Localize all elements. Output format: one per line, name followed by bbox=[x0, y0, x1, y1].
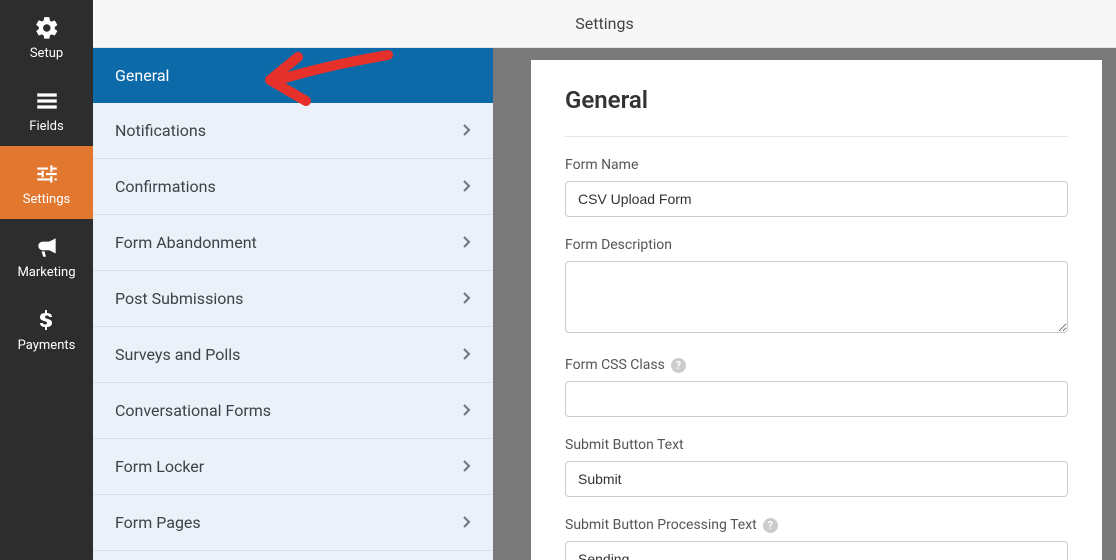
sidebar-item-label: Setup bbox=[30, 46, 63, 61]
settings-item-surveys-polls[interactable]: Surveys and Polls bbox=[93, 327, 493, 383]
main-area: Settings General Notifications Confirmat… bbox=[93, 0, 1116, 560]
field-form-css-class: Form CSS Class ? bbox=[565, 357, 1068, 417]
settings-item-notifications[interactable]: Notifications bbox=[93, 103, 493, 159]
page-title: Settings bbox=[575, 14, 633, 33]
settings-item-form-locker[interactable]: Form Locker bbox=[93, 439, 493, 495]
form-description-input[interactable] bbox=[565, 261, 1068, 333]
field-form-description: Form Description bbox=[565, 237, 1068, 337]
help-icon[interactable]: ? bbox=[671, 358, 686, 373]
label-text: Submit Button Processing Text bbox=[565, 517, 757, 533]
settings-item-label: General bbox=[115, 66, 169, 85]
settings-item-post-submissions[interactable]: Post Submissions bbox=[93, 271, 493, 327]
sidebar-item-marketing[interactable]: Marketing bbox=[0, 219, 93, 292]
sidebar-item-label: Settings bbox=[23, 192, 70, 207]
settings-item-label: Form Abandonment bbox=[115, 233, 257, 252]
field-label: Form Name bbox=[565, 157, 1068, 173]
field-label: Submit Button Processing Text ? bbox=[565, 517, 1068, 533]
sidebar-item-label: Payments bbox=[18, 338, 76, 353]
settings-item-label: Post Submissions bbox=[115, 289, 243, 308]
gap-column bbox=[493, 48, 531, 560]
chevron-right-icon bbox=[463, 289, 471, 308]
field-submit-button-text: Submit Button Text bbox=[565, 437, 1068, 497]
chevron-right-icon bbox=[463, 345, 471, 364]
sidebar-item-setup[interactable]: Setup bbox=[0, 0, 93, 73]
label-text: Form CSS Class bbox=[565, 357, 665, 373]
settings-item-label: Form Locker bbox=[115, 457, 204, 476]
sliders-icon bbox=[33, 160, 61, 188]
submit-button-processing-input[interactable] bbox=[565, 541, 1068, 560]
field-label: Submit Button Text bbox=[565, 437, 1068, 453]
submit-button-text-input[interactable] bbox=[565, 461, 1068, 497]
dollar-icon bbox=[33, 306, 61, 334]
chevron-right-icon bbox=[463, 513, 471, 532]
settings-item-label: Form Pages bbox=[115, 513, 201, 532]
sidebar-item-settings[interactable]: Settings bbox=[0, 146, 93, 219]
form-css-class-input[interactable] bbox=[565, 381, 1068, 417]
sidebar-item-payments[interactable]: Payments bbox=[0, 292, 93, 365]
chevron-right-icon bbox=[463, 121, 471, 140]
panel-heading: General bbox=[565, 86, 1068, 137]
settings-item-label: Confirmations bbox=[115, 177, 216, 196]
sidebar-item-label: Marketing bbox=[17, 265, 75, 280]
page-header: Settings bbox=[93, 0, 1116, 48]
settings-item-conversational-forms[interactable]: Conversational Forms bbox=[93, 383, 493, 439]
sidebar-item-fields[interactable]: Fields bbox=[0, 73, 93, 146]
sidebar-item-label: Fields bbox=[29, 119, 63, 134]
field-label: Form CSS Class ? bbox=[565, 357, 1068, 373]
settings-item-label: Surveys and Polls bbox=[115, 345, 240, 364]
field-submit-button-processing: Submit Button Processing Text ? bbox=[565, 517, 1068, 560]
field-form-name: Form Name bbox=[565, 157, 1068, 217]
gear-icon bbox=[33, 14, 61, 42]
content-row: General Notifications Confirmations Form… bbox=[93, 48, 1116, 560]
settings-item-form-abandonment[interactable]: Form Abandonment bbox=[93, 215, 493, 271]
settings-item-label: Conversational Forms bbox=[115, 401, 271, 420]
settings-item-confirmations[interactable]: Confirmations bbox=[93, 159, 493, 215]
chevron-right-icon bbox=[463, 457, 471, 476]
bullhorn-icon bbox=[33, 233, 61, 261]
settings-item-form-pages[interactable]: Form Pages bbox=[93, 495, 493, 551]
chevron-right-icon bbox=[463, 177, 471, 196]
settings-item-label: Notifications bbox=[115, 121, 206, 140]
settings-item-general[interactable]: General bbox=[93, 48, 493, 103]
chevron-right-icon bbox=[463, 401, 471, 420]
form-name-input[interactable] bbox=[565, 181, 1068, 217]
chevron-right-icon bbox=[463, 233, 471, 252]
form-panel: General Form Name Form Description Form … bbox=[531, 60, 1102, 560]
list-icon bbox=[33, 87, 61, 115]
settings-sidebar: General Notifications Confirmations Form… bbox=[93, 48, 493, 560]
help-icon[interactable]: ? bbox=[763, 518, 778, 533]
field-label: Form Description bbox=[565, 237, 1068, 253]
admin-sidebar: Setup Fields Settings Marketing Payments bbox=[0, 0, 93, 560]
